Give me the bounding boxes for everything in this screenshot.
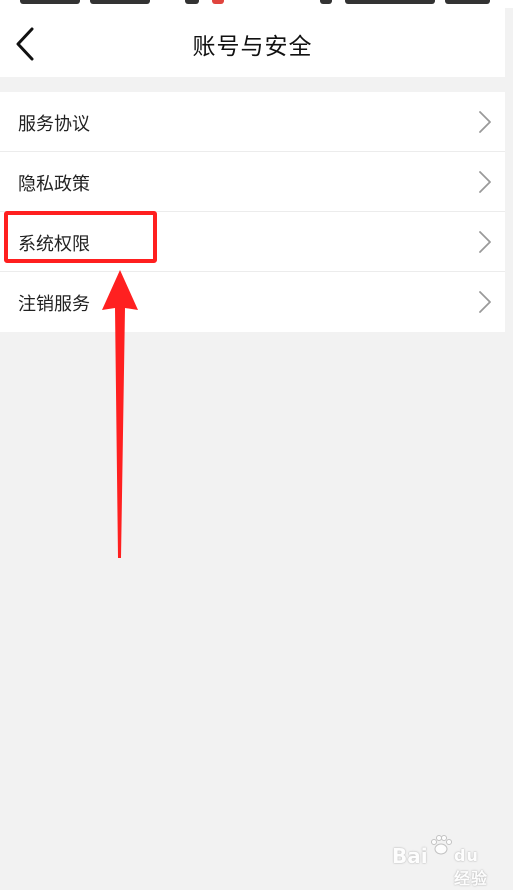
chevron-right-icon xyxy=(479,291,491,313)
nav-header: 账号与安全 xyxy=(0,8,505,77)
page-title: 账号与安全 xyxy=(192,34,313,60)
status-bar-carrier-fragment xyxy=(20,0,80,4)
chevron-right-icon xyxy=(479,231,491,253)
menu-item-service-agreement[interactable]: 服务协议 xyxy=(0,92,505,152)
status-bar-network-fragment xyxy=(90,0,150,4)
menu-item-label: 服务协议 xyxy=(18,114,90,135)
menu-item-privacy-policy[interactable]: 隐私政策 xyxy=(0,152,505,212)
chevron-right-icon xyxy=(479,111,491,133)
menu-item-label: 隐私政策 xyxy=(18,174,90,195)
status-bar xyxy=(0,0,513,8)
status-bar-signal-fragment xyxy=(345,0,435,4)
status-bar-time-fragment xyxy=(445,0,490,4)
status-bar-notification-fragment xyxy=(212,0,224,4)
watermark-suffix: du经验 xyxy=(454,846,489,888)
watermark-brand: Bai xyxy=(392,844,428,868)
annotation-highlight-box xyxy=(4,211,157,263)
status-bar-alarm-fragment xyxy=(320,0,332,4)
right-edge-gutter xyxy=(505,8,513,890)
menu-item-label: 注销服务 xyxy=(18,294,90,315)
annotation-arrow-icon xyxy=(102,270,138,558)
status-bar-icon-fragment xyxy=(185,0,199,4)
menu-item-cancel-service[interactable]: 注销服务 xyxy=(0,272,505,332)
paw-icon xyxy=(431,835,452,855)
chevron-right-icon xyxy=(479,171,491,193)
watermark: Bai du经验 xyxy=(392,835,492,888)
